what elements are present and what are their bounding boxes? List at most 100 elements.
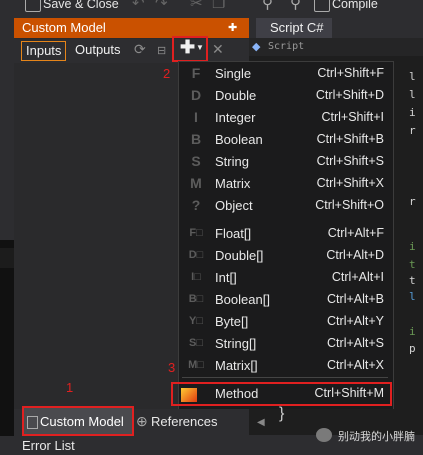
find-icon[interactable]: ⚲ xyxy=(262,0,273,12)
menu-separator xyxy=(182,377,388,378)
menu-item-shortcut: Ctrl+Shift+X xyxy=(316,176,384,190)
menu-item-label: String[] xyxy=(215,336,257,351)
compile-button[interactable]: Compile xyxy=(332,0,378,11)
find-replace-icon[interactable]: ⚲ xyxy=(290,0,301,12)
chevron-down-icon[interactable]: ▼ xyxy=(196,43,204,52)
single-type-icon: F xyxy=(191,65,201,81)
error-list-tab[interactable]: Error List xyxy=(22,438,75,453)
code-fragment: t xyxy=(409,274,416,287)
pin-icon[interactable]: ✚ xyxy=(228,21,237,34)
boolean-array-icon: B□ xyxy=(188,293,204,305)
watermark-text: 别动我的小胖腩 xyxy=(338,431,415,443)
cut-icon[interactable]: ✂ xyxy=(190,0,203,12)
close-icon[interactable]: ✕ xyxy=(212,41,224,58)
menu-item-float-array[interactable]: F□ Float[] Ctrl+Alt+F xyxy=(178,223,392,245)
script-file-title: Script xyxy=(268,41,305,52)
menu-item-boolean-array[interactable]: B□ Boolean[] Ctrl+Alt+B xyxy=(178,289,392,311)
left-side-strip xyxy=(0,240,14,455)
menu-item-object[interactable]: ? Object Ctrl+Shift+O xyxy=(178,195,392,217)
copy-icon[interactable]: ❐ xyxy=(212,0,225,12)
menu-item-double-array[interactable]: D□ Double[] Ctrl+Alt+D xyxy=(178,245,392,267)
menu-item-method[interactable]: Method Ctrl+Shift+M xyxy=(171,382,392,406)
menu-item-integer[interactable]: I Integer Ctrl+Shift+I xyxy=(178,107,392,129)
annotation-marker-1: 1 xyxy=(66,380,74,395)
top-toolbar: Save & Close ↶ ↷ ✂ ❐ ⚲ ⚲ Compile xyxy=(0,0,423,16)
menu-item-label: Matrix xyxy=(215,176,251,191)
code-fragment: i xyxy=(409,106,416,119)
menu-item-shortcut: Ctrl+Shift+B xyxy=(316,132,384,146)
menu-item-shortcut: Ctrl+Alt+F xyxy=(327,226,384,240)
integer-type-icon: I xyxy=(194,109,198,125)
scroll-left-icon[interactable]: ◀ xyxy=(257,417,265,428)
menu-item-shortcut: Ctrl+Shift+M xyxy=(314,386,384,400)
closing-brace: } xyxy=(279,405,285,422)
tab-custom-model-label: Custom Model xyxy=(40,414,124,429)
menu-item-string[interactable]: S String Ctrl+Shift+S xyxy=(178,151,392,173)
matrix-array-icon: M□ xyxy=(188,359,204,371)
menu-item-label: Double[] xyxy=(215,248,264,263)
code-fragment: t xyxy=(409,258,416,271)
menu-item-matrix-array[interactable]: M□ Matrix[] Ctrl+Alt+X xyxy=(178,355,392,377)
compile-icon xyxy=(314,0,330,12)
menu-item-label: Int[] xyxy=(215,270,237,285)
menu-item-shortcut: Ctrl+Shift+D xyxy=(315,88,384,102)
menu-item-label: Boolean[] xyxy=(215,292,270,307)
string-type-icon: S xyxy=(191,153,201,169)
annotation-marker-2: 2 xyxy=(163,66,171,81)
menu-item-label: Method xyxy=(215,386,259,401)
boolean-type-icon: B xyxy=(190,131,202,147)
script-file-icon: ◆ xyxy=(252,41,261,53)
menu-item-label: String xyxy=(215,154,249,169)
double-array-icon: D□ xyxy=(188,249,204,261)
custom-model-icon xyxy=(27,416,38,429)
tab-references[interactable]: References xyxy=(151,414,217,429)
code-fragment: l xyxy=(409,88,416,101)
menu-item-label: Boolean xyxy=(215,132,263,147)
panel-title: Custom Model xyxy=(22,20,106,35)
menu-item-matrix[interactable]: M Matrix Ctrl+Shift+X xyxy=(178,173,392,195)
code-fragment: i xyxy=(409,240,416,253)
code-fragment: r xyxy=(409,195,416,208)
menu-item-shortcut: Ctrl+Alt+S xyxy=(327,336,384,350)
menu-item-label: Matrix[] xyxy=(215,358,258,373)
script-tab-label: Script C# xyxy=(270,20,324,35)
tab-inputs[interactable]: Inputs xyxy=(21,41,67,61)
redo-icon[interactable]: ↷ xyxy=(155,0,168,12)
menu-item-shortcut: Ctrl+Shift+I xyxy=(321,110,384,124)
int-array-icon: I□ xyxy=(191,271,201,283)
menu-item-shortcut: Ctrl+Alt+I xyxy=(331,270,384,284)
menu-item-shortcut: Ctrl+Shift+F xyxy=(317,66,384,80)
matrix-type-icon: M xyxy=(190,175,202,191)
menu-item-double[interactable]: D Double Ctrl+Shift+D xyxy=(178,85,392,107)
menu-item-int-array[interactable]: I□ Int[] Ctrl+Alt+I xyxy=(178,267,392,289)
code-fragment: l xyxy=(409,70,416,83)
menu-item-shortcut: Ctrl+Alt+D xyxy=(326,248,384,262)
menu-item-string-array[interactable]: S□ String[] Ctrl+Alt+S xyxy=(178,333,392,355)
watermark-icon xyxy=(316,428,332,442)
add-icon[interactable]: ✚ xyxy=(180,37,195,58)
save-close-button[interactable]: Save & Close xyxy=(43,0,119,11)
references-icon: ⊕ xyxy=(136,413,148,429)
collapse-icon[interactable]: ⊟ xyxy=(157,44,166,57)
byte-array-icon: Y□ xyxy=(189,315,203,327)
refresh-icon[interactable]: ⟳ xyxy=(134,41,146,58)
tab-outputs[interactable]: Outputs xyxy=(71,41,125,59)
menu-item-label: Integer xyxy=(215,110,256,125)
code-fragment: p xyxy=(409,342,416,355)
annotation-marker-3: 3 xyxy=(168,360,176,375)
menu-item-shortcut: Ctrl+Alt+Y xyxy=(327,314,384,328)
object-type-icon: ? xyxy=(191,197,201,213)
float-array-icon: F□ xyxy=(189,227,203,239)
menu-item-boolean[interactable]: B Boolean Ctrl+Shift+B xyxy=(178,129,392,151)
menu-item-shortcut: Ctrl+Shift+O xyxy=(315,198,384,212)
menu-item-byte-array[interactable]: Y□ Byte[] Ctrl+Alt+Y xyxy=(178,311,392,333)
save-close-icon xyxy=(25,0,41,12)
undo-icon[interactable]: ↶ xyxy=(132,0,145,12)
string-array-icon: S□ xyxy=(189,337,203,349)
menu-item-shortcut: Ctrl+Shift+S xyxy=(316,154,384,168)
double-type-icon: D xyxy=(190,87,202,103)
code-fragment: i xyxy=(409,325,416,338)
menu-item-single[interactable]: F Single Ctrl+Shift+F xyxy=(178,63,392,85)
menu-item-shortcut: Ctrl+Alt+B xyxy=(327,292,384,306)
code-fragment: r xyxy=(409,124,416,137)
